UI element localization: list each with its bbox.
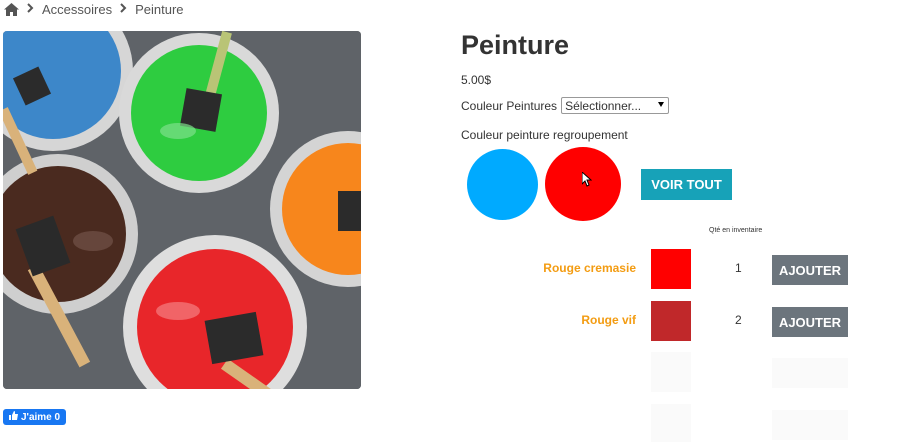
- variant-color-chip[interactable]: [651, 249, 691, 289]
- product-price: 5.00$: [461, 73, 492, 87]
- variant-stock-qty: 1: [735, 261, 742, 275]
- home-icon[interactable]: [4, 2, 19, 16]
- chevron-right-icon: [120, 2, 127, 16]
- group-label: Couleur peinture regroupement: [461, 128, 628, 142]
- dropdown-caret-icon: [658, 102, 665, 107]
- variant-row: Rouge cremasie 1 AJOUTER: [500, 249, 860, 289]
- stock-column-header: Qté en inventaire: [709, 227, 763, 234]
- breadcrumb-link-accessoires[interactable]: Accessoires: [42, 2, 112, 17]
- variant-row: Rouge vif 2 AJOUTER: [500, 301, 860, 341]
- product-title: Peinture: [461, 30, 570, 60]
- add-to-cart-button[interactable]: AJOUTER: [772, 307, 848, 337]
- product-image[interactable]: [3, 31, 361, 389]
- loading-placeholder-row: [651, 404, 691, 442]
- color-select[interactable]: Sélectionner...: [561, 97, 670, 114]
- loading-placeholder-row: [651, 352, 691, 392]
- view-all-button[interactable]: VOIR TOUT: [641, 169, 732, 200]
- loading-placeholder-row: [772, 410, 848, 440]
- facebook-like-button[interactable]: J'aime 0: [3, 409, 67, 425]
- variant-color-chip[interactable]: [651, 301, 691, 341]
- facebook-like-label: J'aime 0: [21, 411, 61, 423]
- add-to-cart-button[interactable]: AJOUTER: [772, 255, 848, 285]
- variant-name[interactable]: Rouge vif: [581, 313, 636, 327]
- breadcrumb-current: Peinture: [135, 1, 184, 17]
- variant-stock-qty: 2: [735, 313, 742, 327]
- swatch-blue[interactable]: [467, 149, 538, 220]
- breadcrumb: Accessoires Peinture: [4, 0, 184, 18]
- color-select-value: Sélectionner...: [565, 98, 642, 113]
- color-select-label: Couleur Peintures: [461, 98, 558, 113]
- thumbs-up-icon: [9, 411, 18, 423]
- color-select-row: Couleur Peintures Sélectionner...: [461, 97, 670, 114]
- mouse-cursor-icon: [581, 170, 593, 193]
- variant-name[interactable]: Rouge cremasie: [543, 261, 636, 275]
- loading-placeholder-row: [772, 358, 848, 388]
- chevron-right-icon: [27, 2, 34, 16]
